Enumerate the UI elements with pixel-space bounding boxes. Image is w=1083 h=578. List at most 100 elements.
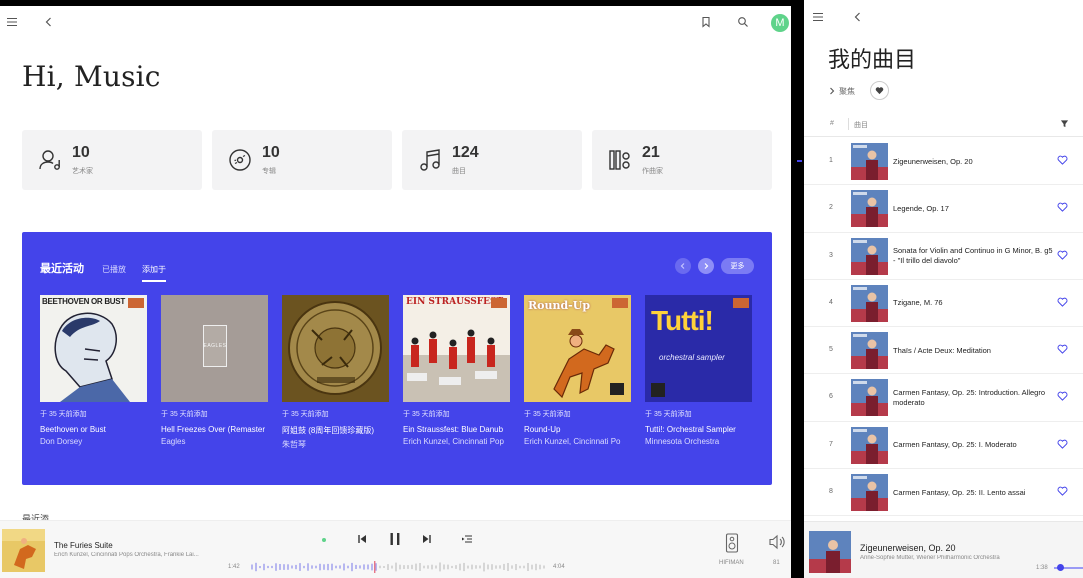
heart-icon[interactable] — [1057, 155, 1068, 165]
table-row[interactable]: 1 Zigeunerweisen, Op. 20 — [804, 138, 1083, 186]
heart-icon[interactable] — [1057, 250, 1068, 260]
album-cover[interactable]: EIN STRAUSSFEST — [403, 295, 510, 402]
now-playing-title[interactable]: The Furies Suite — [54, 541, 113, 550]
filter-icon[interactable] — [1060, 119, 1069, 128]
heart-icon[interactable] — [1057, 391, 1068, 402]
album-artist[interactable]: Minnesota Orchestra — [645, 437, 752, 446]
waveform-bar — [347, 565, 349, 569]
focus-filter-button[interactable]: 聚焦 — [839, 86, 855, 97]
album-title[interactable]: Ein Straussfest: Blue Danub — [403, 425, 510, 434]
bookmark-icon[interactable] — [700, 16, 712, 28]
album-card[interactable]: EAGLES 于 35 天前添加 Hell Freezes Over (Rema… — [161, 295, 268, 450]
favorites-filter-button[interactable] — [870, 81, 889, 100]
table-row[interactable]: 8 Carmen Fantasy, Op. 25: II. Lento assai — [804, 469, 1083, 517]
album-cover[interactable]: Round-Up — [524, 295, 631, 402]
track-cover[interactable] — [851, 190, 888, 228]
now-playing-cover[interactable] — [809, 531, 851, 573]
next-track-icon[interactable] — [421, 533, 433, 545]
track-cover[interactable] — [851, 426, 888, 464]
table-row[interactable]: 5 Thaïs / Acte Deux: Meditation — [804, 327, 1083, 375]
track-title[interactable]: Carmen Fantasy, Op. 25: I. Moderato — [893, 422, 1053, 469]
album-artist[interactable]: Don Dorsey — [40, 437, 147, 446]
track-cover[interactable] — [851, 284, 888, 322]
stat-card-composers[interactable]: 21 作曲家 — [592, 130, 772, 190]
track-number: 8 — [829, 488, 833, 496]
album-card[interactable]: EIN STRAUSSFEST 于 35 天前添加 Ein Straussfes… — [403, 295, 510, 450]
heart-icon[interactable] — [1057, 297, 1068, 307]
waveform-bar — [287, 564, 289, 570]
more-button[interactable]: 更多 — [721, 258, 754, 274]
column-header-number[interactable]: # — [830, 120, 834, 127]
now-playing-title[interactable]: Zigeunerweisen, Op. 20 — [860, 543, 956, 553]
table-row[interactable]: 6 Carmen Fantasy, Op. 25: Introduction. A… — [804, 374, 1083, 422]
heart-icon[interactable] — [1057, 344, 1068, 354]
stat-card-albums[interactable]: 10 专辑 — [212, 130, 392, 190]
table-row[interactable]: 4 Tzigane, M. 76 — [804, 280, 1083, 328]
album-artist[interactable]: Eagles — [161, 437, 268, 446]
track-title[interactable]: Carmen Fantasy, Op. 25: II. Lento assai — [893, 469, 1053, 516]
heart-icon[interactable] — [1057, 486, 1068, 496]
carousel-prev-button[interactable] — [675, 258, 691, 274]
back-icon[interactable] — [852, 11, 864, 23]
album-cover[interactable]: EAGLES — [161, 295, 268, 402]
heart-icon[interactable] — [1057, 202, 1068, 213]
album-title[interactable]: Beethoven or Bust — [40, 425, 147, 434]
menu-icon[interactable] — [812, 11, 824, 23]
album-cover[interactable]: Tutti! orchestral sampler — [645, 295, 752, 402]
progress-handle[interactable] — [1057, 564, 1064, 571]
table-row[interactable]: 2 Legende, Op. 17 — [804, 185, 1083, 233]
now-playing-artist[interactable]: Erich Kunzel, Cincinnati Pops Orchestra,… — [54, 552, 214, 558]
waveform-bar — [407, 565, 409, 569]
album-card[interactable]: BEETHOVEN OR BUST 于 35 天前添加 Beethoven or… — [40, 295, 147, 450]
track-title[interactable]: Tzigane, M. 76 — [893, 280, 1053, 327]
tab-added[interactable]: 添加于 — [142, 264, 166, 282]
speaker-device-icon[interactable] — [725, 533, 739, 553]
stat-card-tracks[interactable]: 124 曲目 — [402, 130, 582, 190]
menu-icon[interactable] — [6, 16, 18, 28]
volume-icon[interactable] — [768, 534, 786, 550]
album-title[interactable]: Hell Freezes Over (Remaster — [161, 425, 268, 434]
album-card[interactable]: 于 35 天前添加 阿姐鼓 (8周年回馈珍藏版) 朱哲琴 — [282, 295, 389, 450]
track-title[interactable]: Legende, Op. 17 — [893, 185, 1053, 232]
album-title[interactable]: 阿姐鼓 (8周年回馈珍藏版) — [282, 425, 389, 436]
track-cover[interactable] — [851, 237, 888, 275]
album-cover[interactable] — [282, 295, 389, 402]
now-playing-artist[interactable]: Anne-Sophie Mutter, Wiener Philharmonic … — [860, 555, 1025, 561]
tab-played[interactable]: 已播放 — [102, 264, 126, 280]
album-artist[interactable]: 朱哲琴 — [282, 439, 389, 450]
track-cover[interactable] — [851, 143, 888, 180]
track-cover[interactable] — [851, 332, 888, 370]
column-header-title[interactable]: 曲目 — [854, 120, 868, 130]
avatar[interactable]: M — [771, 14, 789, 32]
queue-icon[interactable] — [461, 533, 473, 545]
back-icon[interactable] — [43, 16, 55, 28]
pause-icon[interactable] — [387, 531, 403, 547]
chevron-right-icon[interactable] — [828, 86, 836, 96]
search-icon[interactable] — [737, 16, 749, 28]
carousel-next-button[interactable] — [698, 258, 714, 274]
waveform-seekbar[interactable] — [250, 561, 546, 573]
track-title[interactable]: Zigeunerweisen, Op. 20 — [893, 138, 1053, 185]
track-title[interactable]: Thaïs / Acte Deux: Meditation — [893, 327, 1053, 374]
previous-track-icon[interactable] — [356, 533, 368, 545]
album-title[interactable]: Tutti!: Orchestral Sampler — [645, 425, 752, 434]
track-title[interactable]: Carmen Fantasy, Op. 25: Introduction. Al… — [893, 374, 1053, 421]
album-cover[interactable]: BEETHOVEN OR BUST — [40, 295, 147, 402]
table-row[interactable]: 7 Carmen Fantasy, Op. 25: I. Moderato — [804, 422, 1083, 470]
album-title[interactable]: Round-Up — [524, 425, 631, 434]
stat-card-artists[interactable]: 10 艺术家 — [22, 130, 202, 190]
track-cover[interactable] — [851, 474, 888, 512]
waveform-bar — [271, 565, 273, 569]
album-card[interactable]: Round-Up 于 35 天前添加 Round-Up Erich Kunzel… — [524, 295, 631, 450]
now-playing-cover[interactable] — [2, 529, 45, 572]
drag-handle[interactable] — [797, 160, 802, 162]
album-artist[interactable]: Erich Kunzel, Cincinnati Po — [524, 437, 631, 446]
table-row[interactable]: 3 Sonata for Violin and Continuo in G Min… — [804, 233, 1083, 280]
album-card[interactable]: Tutti! orchestral sampler 于 35 天前添加 Tutt… — [645, 295, 752, 450]
heart-icon[interactable] — [1057, 439, 1068, 449]
volume-level: 81 — [773, 560, 780, 566]
playhead[interactable] — [374, 561, 376, 573]
album-artist[interactable]: Erich Kunzel, Cincinnati Pop — [403, 437, 510, 446]
track-cover[interactable] — [851, 379, 888, 417]
track-title[interactable]: Sonata for Violin and Continuo in G Mino… — [893, 233, 1053, 280]
